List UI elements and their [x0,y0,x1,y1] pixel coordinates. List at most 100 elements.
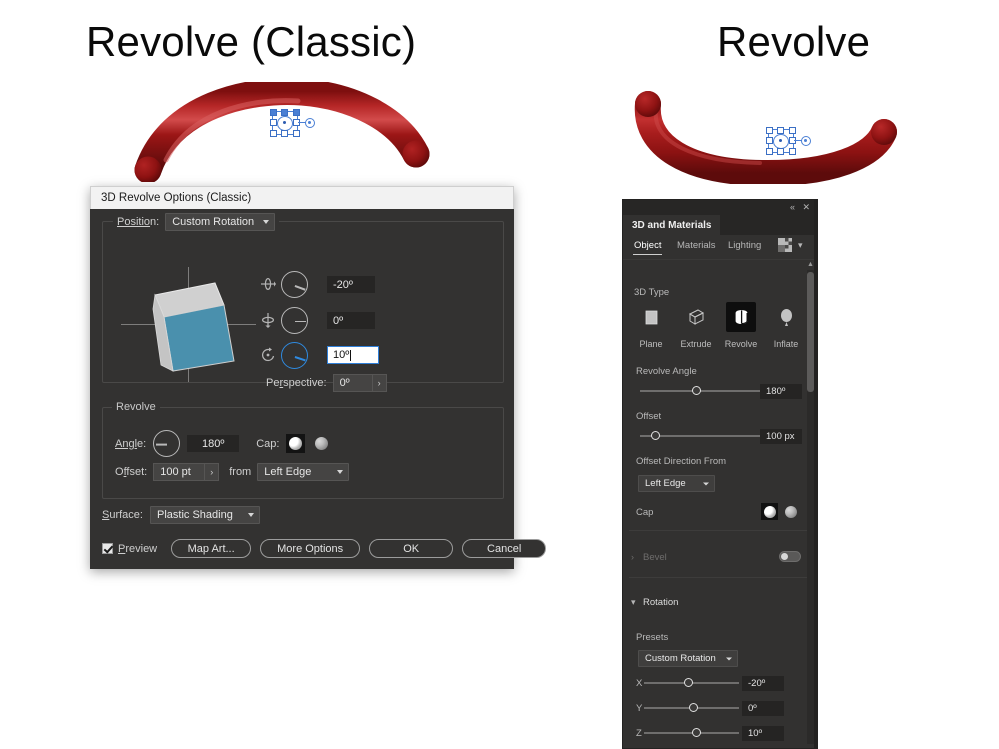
rotate-z-field[interactable]: 10º [327,346,379,364]
offset-stepper-button[interactable]: › [205,463,220,481]
selection-handle[interactable] [281,109,288,116]
rotate-handle-icon[interactable] [305,118,315,128]
selection-widget-right[interactable] [764,126,814,155]
map-art-label: Map Art... [187,542,235,555]
offset-direction-label: Offset Direction From [636,456,727,467]
type-caption-plane: Plane [639,339,663,349]
panel-tab-3d-and-materials[interactable]: 3D and Materials [623,215,721,235]
rotate-handle-icon[interactable] [801,136,811,146]
slider-knob[interactable] [692,386,701,395]
cancel-button[interactable]: Cancel [462,539,547,558]
selection-center-point [779,139,782,142]
selection-handle[interactable] [270,130,277,137]
position-select[interactable]: Custom Rotation [165,213,276,231]
panel-right-edge [814,200,817,748]
offset-direction-select[interactable]: Left Edge [638,475,715,492]
revolve-angle-field[interactable]: 180º [760,384,802,399]
position-select-value: Custom Rotation [172,216,255,228]
type-button-extrude[interactable] [681,302,711,332]
type-button-inflate[interactable] [771,302,801,332]
chevron-right-icon[interactable]: › [631,552,634,562]
collapse-panel-icon[interactable]: « [790,202,795,212]
more-options-button[interactable]: More Options [260,539,361,558]
offset-from-select[interactable]: Left Edge [257,463,350,481]
rotation-y-slider[interactable] [644,703,739,713]
selection-widget-left[interactable] [268,108,318,137]
perspective-value: 0º [339,377,350,389]
selection-handle[interactable] [293,130,300,137]
bevel-toggle[interactable] [779,551,801,562]
rotation-x-field[interactable]: -20º [742,676,784,691]
rotate-z-dial[interactable] [281,342,308,369]
selection-handle[interactable] [777,148,784,155]
rotation-z-value: 10º [748,728,763,739]
revolve-angle-field[interactable]: 180º [187,435,240,452]
perspective-field[interactable]: 0º [332,374,373,392]
dialog-titlebar[interactable]: 3D Revolve Options (Classic) [90,186,514,209]
revolve-angle-dial[interactable] [153,430,181,457]
chevron-down-icon [726,657,732,660]
panel-scrollbar[interactable]: ▲ [807,260,814,744]
rotation-z-slider[interactable] [644,728,739,738]
dial-needle [294,284,306,290]
selection-center-point [283,121,286,124]
selection-handle[interactable] [293,109,300,116]
subtab-lighting[interactable]: Lighting [728,240,761,251]
rotation-x-slider[interactable] [644,678,739,688]
surface-select[interactable]: Plastic Shading [149,506,260,524]
type-button-plane[interactable] [636,302,666,332]
cap-on-button[interactable] [286,434,306,453]
angle-label: Angle: [115,437,147,450]
selection-handle[interactable] [789,127,796,134]
ok-button[interactable]: OK [369,539,454,558]
rotate-x-field[interactable]: -20º [327,276,375,293]
subtab-object[interactable]: Object [632,240,663,255]
rotation-presets-select[interactable]: Custom Rotation [638,650,738,667]
type-caption-revolve: Revolve [724,339,758,349]
slider-knob[interactable] [651,431,660,440]
selection-handle[interactable] [281,130,288,137]
close-icon[interactable]: ✕ [802,202,810,212]
selection-handle[interactable] [270,109,277,116]
preview-checkbox[interactable] [102,543,113,554]
cap-on-button[interactable] [761,503,778,520]
position-label: Position: [117,216,160,228]
offset-slider[interactable] [640,431,760,441]
chevron-down-icon[interactable]: ▾ [631,597,636,608]
scrollbar-thumb[interactable] [807,272,814,392]
dial-needle [294,320,306,323]
panel-subtabs: Object Materials Lighting ▾ [623,235,817,260]
rotate-x-value: -20º [333,278,353,291]
chevron-down-icon[interactable]: ▾ [798,240,803,251]
revolve-angle-slider[interactable] [640,386,760,396]
subtab-materials-label: Materials [677,240,716,251]
slider-knob[interactable] [684,678,693,687]
rotate-y-field[interactable]: 0º [327,312,375,329]
cap-off-button[interactable] [782,503,799,520]
rotation-x-value: -20º [748,678,766,689]
map-art-button[interactable]: Map Art... [171,539,252,558]
selection-handle[interactable] [766,148,773,155]
selection-handle[interactable] [777,127,784,134]
position-preview[interactable] [121,267,256,382]
selection-handle[interactable] [270,119,277,126]
render-preview-icon[interactable] [778,238,792,252]
selection-handle[interactable] [766,127,773,134]
offset-field[interactable]: 100 px [760,429,802,444]
cap-off-button[interactable] [312,434,331,453]
rotation-z-field[interactable]: 10º [742,726,784,741]
subtab-materials[interactable]: Materials [677,240,716,251]
rotation-y-field[interactable]: 0º [742,701,784,716]
offset-field[interactable]: 100 pt [153,463,206,481]
selection-handle[interactable] [789,148,796,155]
cap-off-icon [315,437,329,450]
perspective-stepper-button[interactable]: › [372,374,387,392]
rotate-y-dial[interactable] [281,307,308,334]
dialog-body: Position: Custom Rotation -20º 0º 10º Pe… [90,209,547,569]
slider-knob[interactable] [692,728,701,737]
rotate-x-dial[interactable] [281,271,308,298]
scroll-up-arrow-icon[interactable]: ▲ [807,260,814,269]
slider-knob[interactable] [689,703,698,712]
selection-handle[interactable] [766,137,773,144]
type-button-revolve[interactable] [726,302,756,332]
